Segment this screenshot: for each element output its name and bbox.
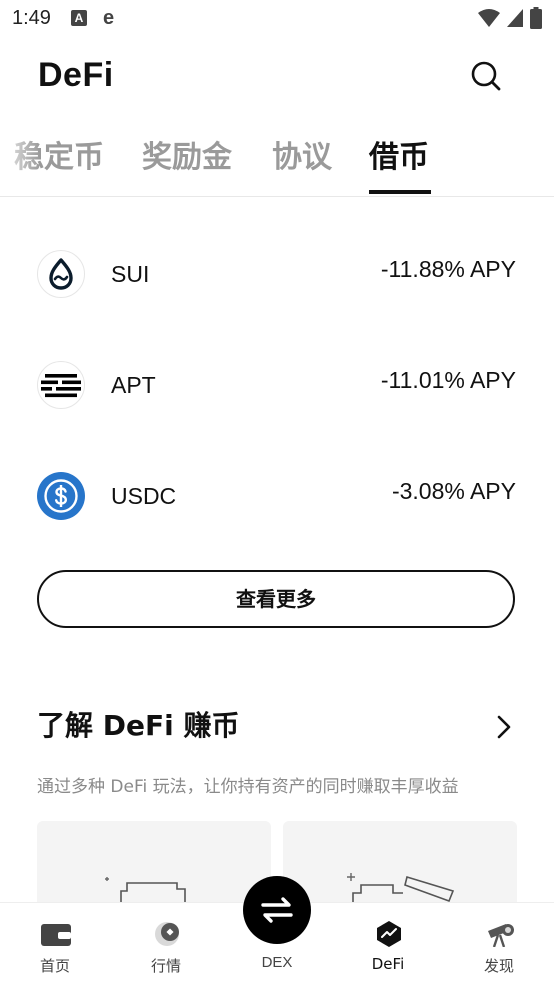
dex-swap-button[interactable]: [243, 876, 311, 944]
asset-apy: -3.08% APY: [391, 478, 516, 504]
wifi-icon: [478, 9, 500, 27]
nav-label: 发现: [483, 957, 514, 975]
active-tab-indicator: [369, 190, 431, 194]
asset-row-apt[interactable]: APT -11.01% APY: [0, 345, 554, 425]
nav-label: 行情: [150, 957, 181, 975]
tab-rewards[interactable]: 奖励金: [142, 134, 232, 182]
signal-icon: [507, 9, 523, 27]
tab-borrow[interactable]: 借币: [369, 134, 429, 182]
nav-label: 首页: [39, 957, 70, 975]
telescope-icon: [488, 924, 514, 947]
page-title: DeFi: [38, 56, 114, 94]
status-bar: 1:49 A e: [0, 0, 554, 38]
category-tabs: 稳定币 奖励金 协议 借币: [0, 134, 554, 197]
nav-item-discover[interactable]: 发现: [449, 903, 549, 985]
learn-card[interactable]: [37, 821, 271, 911]
search-button[interactable]: [466, 56, 506, 96]
asset-row-usdc[interactable]: USDC -3.08% APY: [0, 456, 554, 536]
card-illustration-icon: [347, 873, 455, 911]
search-icon: [471, 61, 501, 91]
card-illustration-icon: [105, 877, 186, 911]
wallet-icon: [41, 924, 71, 946]
usdc-logo-icon: [37, 472, 85, 520]
tab-stablecoin[interactable]: 稳定币: [14, 134, 104, 182]
swap-arrows-icon: [261, 897, 293, 923]
asset-apy: -11.88% APY: [380, 256, 516, 282]
asset-row-sui[interactable]: SUI -11.88% APY: [0, 234, 554, 314]
notification-e-icon: e: [103, 7, 115, 29]
battery-icon: [530, 7, 542, 29]
status-time: 1:49: [12, 7, 51, 29]
asset-symbol: SUI: [111, 261, 150, 287]
defi-chart-icon: [377, 921, 401, 947]
nav-label-dex: DEX: [261, 954, 293, 971]
asset-symbol: USDC: [111, 483, 177, 509]
asset-symbol: APT: [111, 372, 156, 398]
status-indicators: [478, 6, 542, 30]
nav-item-defi[interactable]: DeFi: [338, 903, 438, 985]
notification-a-icon: A: [71, 10, 87, 26]
learn-section-subtitle: 通过多种 DeFi 玩法，让你持有资产的同时赚取丰厚收益: [37, 777, 459, 797]
nav-item-market[interactable]: 行情: [116, 903, 216, 985]
apt-logo-icon: [37, 361, 85, 409]
app-header: DeFi: [0, 44, 554, 108]
chevron-right-icon[interactable]: [493, 713, 515, 741]
nav-label: DeFi: [371, 955, 405, 973]
learn-section-title[interactable]: 了解 DeFi 赚币: [37, 704, 239, 744]
market-icon: [155, 922, 179, 946]
tab-protocol[interactable]: 协议: [272, 134, 332, 182]
asset-apy: -11.01% APY: [380, 367, 516, 393]
learn-card[interactable]: [283, 821, 517, 911]
nav-item-home[interactable]: 首页: [5, 903, 105, 985]
view-more-button[interactable]: 查看更多: [37, 570, 515, 628]
sui-logo-icon: [37, 250, 85, 298]
